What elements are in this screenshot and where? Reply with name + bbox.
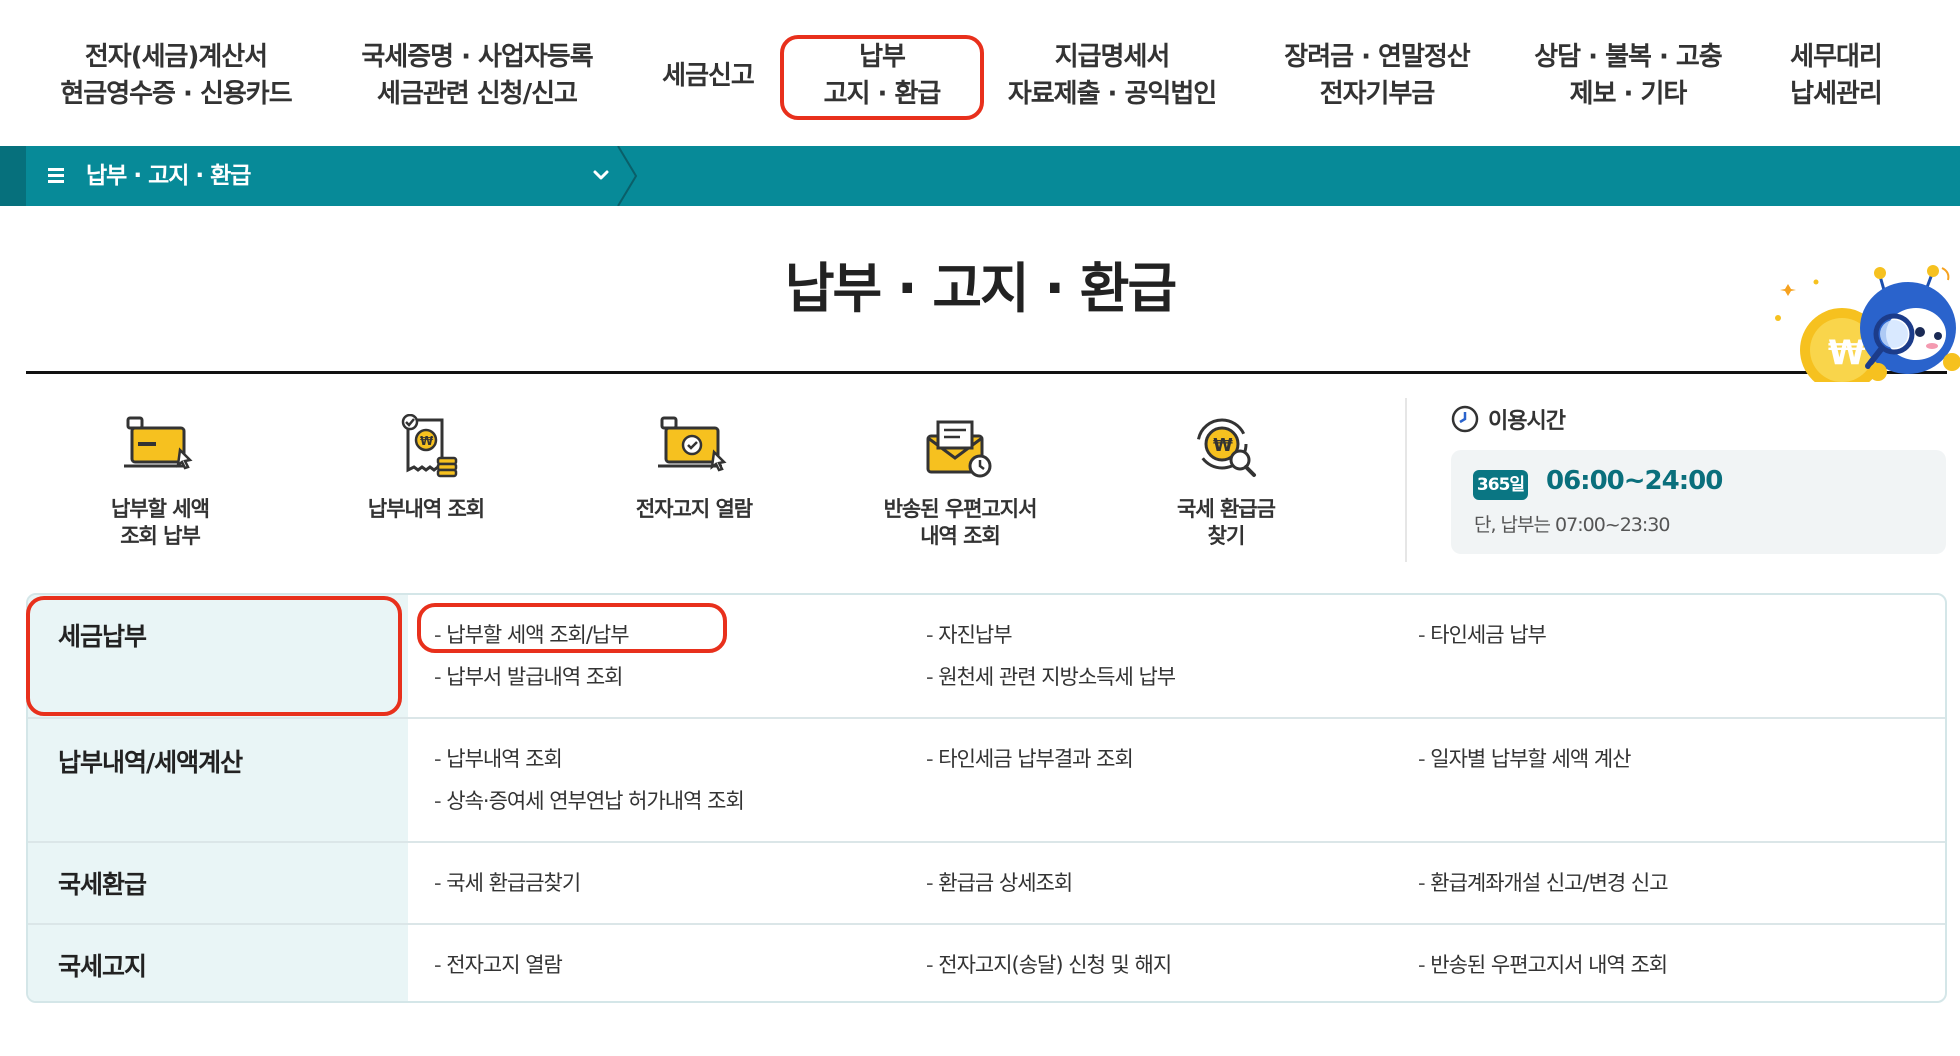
category-label: 납부내역/세액계산 — [58, 748, 243, 777]
link-refund-account[interactable]: 환급계좌개설 신고/변경 신고 — [1418, 867, 1668, 897]
category-cell: 세금납부 — [28, 595, 408, 717]
category-label: 국세환급 — [58, 870, 147, 899]
category-label: 세금납부 — [58, 622, 147, 651]
quick-label-line2: 내역 조회 — [920, 524, 1001, 548]
nav-item-certificate[interactable]: 국세증명 · 사업자등록 세금관련 신청/신고 — [336, 36, 618, 116]
quick-link-e-notice[interactable]: 전자고지 열람 — [584, 400, 804, 560]
nav-item-payment-statement[interactable]: 지급명세서 자료제출 · 공익법인 — [996, 36, 1228, 116]
returned-mail-icon — [926, 420, 992, 478]
refund-search-icon: ₩ — [1196, 418, 1256, 477]
link-payment-slip-history[interactable]: 납부서 발급내역 조회 — [434, 661, 623, 691]
category-cell: 국세고지 — [28, 925, 408, 1001]
link-others-payment-result[interactable]: 타인세금 납부결과 조회 — [926, 743, 1134, 773]
breadcrumb-bar: 납부 · 고지 · 환급 — [0, 146, 1960, 206]
svg-text:₩: ₩ — [420, 434, 434, 448]
link-payment-history[interactable]: 납부내역 조회 — [434, 743, 563, 773]
link-daily-tax-calc[interactable]: 일자별 납부할 세액 계산 — [1418, 743, 1631, 773]
hours-title: 이용시간 — [1488, 409, 1566, 434]
svg-text:₩: ₩ — [1828, 333, 1866, 373]
hours-box: 365일 06:00~24:00 단, 납부는 07:00~23:30 — [1451, 450, 1946, 554]
menu-row-payment-history: 납부내역/세액계산 납부내역 조회 타인세금 납부결과 조회 일자별 납부할 세… — [28, 719, 1945, 843]
hours-header: 이용시간 — [1450, 402, 1566, 436]
quick-divider — [1405, 398, 1407, 562]
badge-365: 365일 — [1473, 470, 1528, 500]
quick-label-line1: 반송된 우편고지서 — [883, 497, 1038, 521]
nav-item-tax-agent[interactable]: 세무대리 납세관리 — [1772, 36, 1900, 116]
link-installment-permit[interactable]: 상속·증여세 연부연납 허가내역 조회 — [434, 785, 744, 815]
menu-icon — [48, 168, 64, 184]
menu-row-tax-payment: 세금납부 납부할 세액 조회/납부 자진납부 타인세금 납부 납부서 발급내역 … — [28, 595, 1945, 719]
hours-time: 06:00~24:00 — [1546, 466, 1723, 496]
link-local-income-tax[interactable]: 원천세 관련 지방소득세 납부 — [926, 661, 1176, 691]
quick-label-line2: 찾기 — [1207, 524, 1246, 548]
menu-row-notice: 국세고지 전자고지 열람 전자고지(송달) 신청 및 해지 반송된 우편고지서 … — [28, 925, 1945, 1001]
title-divider — [26, 371, 1947, 374]
laptop-payment-icon — [124, 416, 193, 470]
clock-icon — [1451, 405, 1479, 433]
quick-link-refund[interactable]: ₩ 국세 환급금 찾기 — [1116, 400, 1336, 560]
menu-row-refund: 국세환급 국세 환급금찾기 환급금 상세조회 환급계좌개설 신고/변경 신고 — [28, 843, 1945, 925]
quick-link-returned-mail[interactable]: 반송된 우편고지서 내역 조회 — [850, 400, 1070, 560]
link-pay-tax-amount[interactable]: 납부할 세액 조회/납부 — [434, 619, 629, 649]
nav-item-incentive[interactable]: 장려금 · 연말정산 전자기부금 — [1262, 36, 1492, 116]
quick-label-line1: 국세 환급금 — [1177, 497, 1276, 521]
quick-label-line2: 조회 납부 — [120, 524, 201, 548]
breadcrumb-dropdown[interactable]: 납부 · 고지 · 환급 — [26, 146, 622, 206]
nav-item-e-invoice[interactable]: 전자(세금)계산서 현금영수증 · 신용카드 — [40, 36, 312, 116]
breadcrumb-edge — [0, 146, 26, 206]
top-navigation: 전자(세금)계산서 현금영수증 · 신용카드 국세증명 · 사업자등록 세금관련… — [0, 0, 1960, 146]
quick-label-line1: 전자고지 열람 — [635, 497, 753, 521]
nav-item-consulting[interactable]: 상담 · 불복 · 고충 제보 · 기타 — [1522, 36, 1734, 116]
link-find-refund[interactable]: 국세 환급금찾기 — [434, 867, 581, 897]
quick-link-pay-tax[interactable]: 납부할 세액 조회 납부 — [50, 400, 270, 560]
link-returned-notice[interactable]: 반송된 우편고지서 내역 조회 — [1418, 949, 1668, 979]
link-self-payment[interactable]: 자진납부 — [926, 619, 1012, 649]
breadcrumb-label: 납부 · 고지 · 환급 — [86, 163, 251, 189]
link-e-notice-view[interactable]: 전자고지 열람 — [434, 949, 563, 979]
quick-label-line1: 납부할 세액 — [111, 497, 210, 521]
quick-link-payment-history[interactable]: ₩ 납부내역 조회 — [316, 400, 536, 560]
hours-note: 단, 납부는 07:00~23:30 — [1474, 514, 1670, 536]
svg-text:₩: ₩ — [1213, 435, 1233, 456]
page-title: 납부 · 고지 · 환급 — [784, 257, 1177, 320]
laptop-check-icon — [658, 416, 727, 472]
breadcrumb-separator-icon — [617, 146, 638, 206]
quick-label-line1: 납부내역 조회 — [367, 497, 485, 521]
link-e-notice-apply[interactable]: 전자고지(송달) 신청 및 해지 — [926, 949, 1172, 979]
category-label: 국세고지 — [58, 952, 147, 981]
link-refund-detail[interactable]: 환급금 상세조회 — [926, 867, 1073, 897]
category-cell: 납부내역/세액계산 — [28, 719, 408, 841]
link-others-tax-payment[interactable]: 타인세금 납부 — [1418, 619, 1547, 649]
receipt-coins-icon: ₩ — [401, 414, 458, 478]
mascot-illustration: ₩ — [1775, 265, 1960, 382]
category-cell: 국세환급 — [28, 843, 408, 923]
nav-item-payment[interactable]: 납부 고지 · 환급 — [786, 36, 978, 116]
nav-item-tax-report[interactable]: 세금신고 — [648, 36, 768, 116]
chevron-down-icon — [593, 170, 609, 180]
menu-table: 세금납부 납부할 세액 조회/납부 자진납부 타인세금 납부 납부서 발급내역 … — [26, 593, 1947, 1003]
